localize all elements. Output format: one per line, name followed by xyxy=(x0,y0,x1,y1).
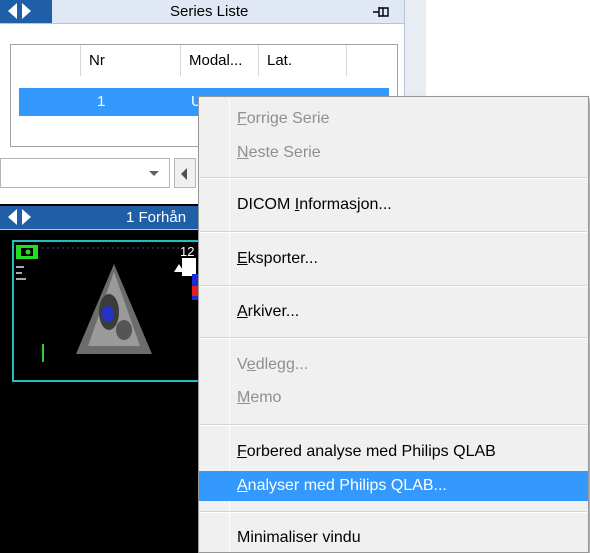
column-header-lat[interactable]: Lat. xyxy=(259,45,347,76)
menu-item-eksporter[interactable]: Eksporter... xyxy=(199,244,588,274)
menu-separator xyxy=(200,231,587,233)
left-arrow-icon[interactable] xyxy=(8,3,17,19)
context-menu: Forrige Serie Neste Serie DICOM Informas… xyxy=(198,96,589,553)
column-header-modal[interactable]: Modal... xyxy=(181,45,259,76)
right-arrow-icon[interactable] xyxy=(22,209,31,225)
menu-item-analyser[interactable]: Analyser med Philips QLAB... xyxy=(199,471,588,501)
menu-item-minimaliser-vindu[interactable]: Minimaliser vindu xyxy=(199,523,588,553)
left-arrow-icon[interactable] xyxy=(8,209,17,225)
column-header-nr[interactable]: Nr xyxy=(81,45,181,76)
menu-item-forrige-serie[interactable]: Forrige Serie xyxy=(199,104,588,134)
pin-icon[interactable] xyxy=(372,5,392,19)
right-arrow-icon[interactable] xyxy=(22,3,31,19)
chevron-down-icon[interactable] xyxy=(149,171,159,176)
menu-item-vedlegg[interactable]: Vedlegg... xyxy=(199,350,588,380)
series-selector[interactable] xyxy=(0,158,170,188)
menu-item-memo[interactable]: Memo xyxy=(199,383,588,413)
viewer-panel-title: 1 Forhån xyxy=(126,209,187,226)
menu-separator xyxy=(200,424,587,426)
menu-item-arkiver[interactable]: Arkiver... xyxy=(199,297,588,327)
viewer-panel-nav[interactable] xyxy=(8,209,31,225)
ultrasound-thumbnail[interactable]: 12 xyxy=(12,240,206,382)
prev-button[interactable] xyxy=(174,158,196,188)
menu-item-forbered-analyse[interactable]: Forbered analyse med Philips QLAB xyxy=(199,437,588,467)
menu-item-dicom-informasjon[interactable]: DICOM Informasjon... xyxy=(199,190,588,220)
viewer-panel-titlebar: 1 Forhån xyxy=(0,206,206,230)
menu-separator xyxy=(200,511,587,513)
grid-rownum-header xyxy=(11,45,81,76)
series-panel-title-text: Series Liste xyxy=(170,3,249,20)
menu-separator xyxy=(200,337,587,339)
left-small-icon xyxy=(181,168,187,180)
menu-item-neste-serie[interactable]: Neste Serie xyxy=(199,138,588,168)
menu-separator xyxy=(200,285,587,287)
series-panel-nav[interactable] xyxy=(8,3,31,19)
menu-separator xyxy=(200,177,587,179)
overlay-number: 12 xyxy=(180,244,195,259)
row-nr: 1 xyxy=(97,93,106,110)
